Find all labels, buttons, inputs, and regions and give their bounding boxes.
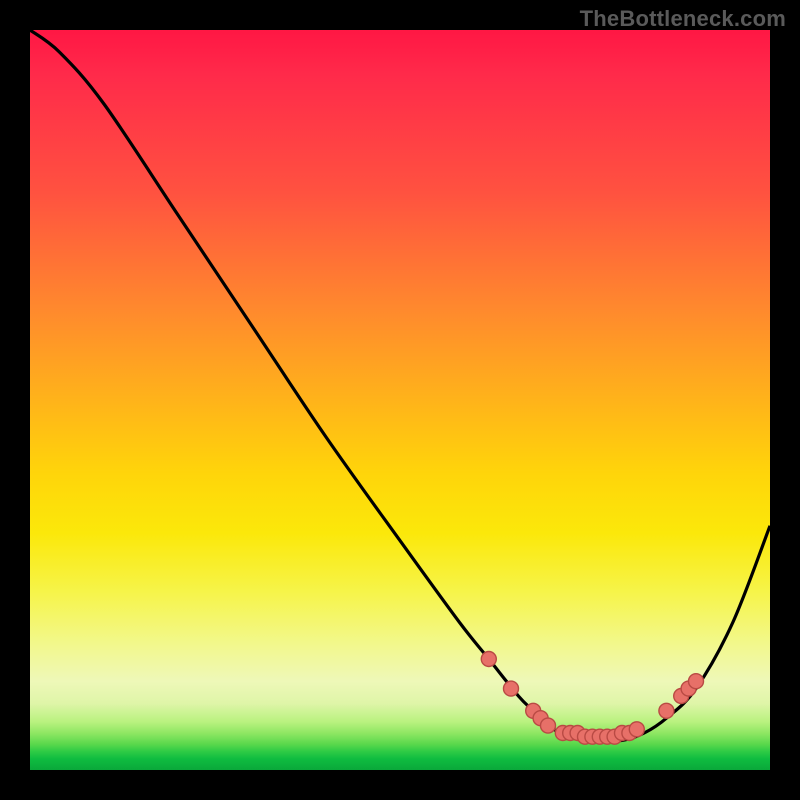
gradient-plot-area <box>30 30 770 770</box>
chart-stage: TheBottleneck.com <box>0 0 800 800</box>
watermark-label: TheBottleneck.com <box>580 6 786 32</box>
